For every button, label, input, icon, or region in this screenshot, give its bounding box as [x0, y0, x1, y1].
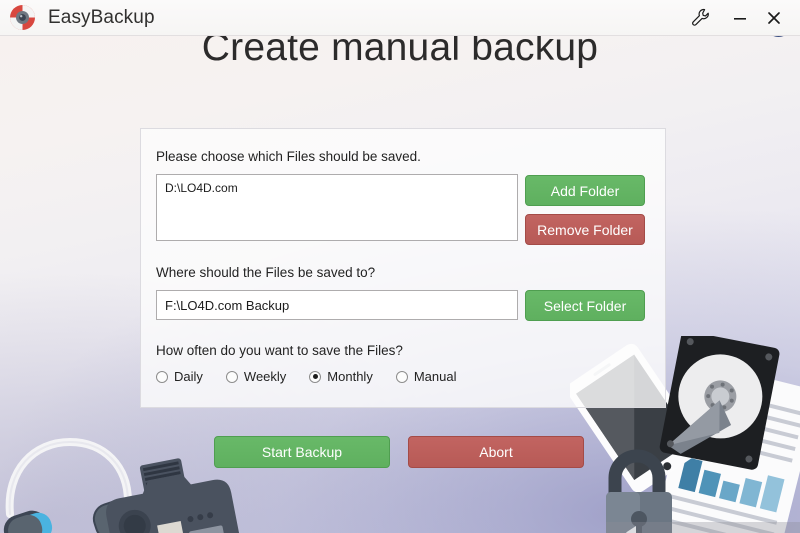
- radio-dot-icon: [395, 370, 408, 383]
- minimize-button[interactable]: [723, 0, 757, 36]
- settings-button[interactable]: [683, 0, 717, 36]
- radio-label: Manual: [413, 369, 457, 384]
- window-controls: [683, 0, 800, 36]
- radio-manual[interactable]: Manual: [395, 369, 457, 384]
- sources-label: Please choose which Files should be save…: [156, 149, 421, 164]
- radio-dot-icon: [156, 370, 168, 383]
- frequency-label: How often do you want to save the Files?: [156, 343, 403, 358]
- radio-weekly[interactable]: Weekly: [225, 369, 287, 384]
- close-button[interactable]: [757, 0, 791, 36]
- destination-input[interactable]: F:\LO4D.com Backup: [156, 290, 518, 320]
- easybackup-window: LO4D .com EasyBackup: [0, 0, 800, 533]
- start-backup-button[interactable]: Start Backup: [214, 436, 390, 468]
- radio-dot-icon: [225, 370, 238, 383]
- title-bar: EasyBackup: [0, 0, 800, 36]
- radio-label: Monthly: [327, 369, 373, 384]
- remove-folder-button[interactable]: Remove Folder: [525, 214, 645, 245]
- close-icon: [768, 11, 780, 24]
- list-item[interactable]: D:\LO4D.com: [165, 181, 509, 195]
- radio-daily[interactable]: Daily: [156, 369, 203, 384]
- radio-dot-icon: [309, 370, 322, 383]
- radio-label: Weekly: [243, 369, 287, 384]
- backup-settings-panel: Please choose which Files should be save…: [140, 128, 666, 408]
- minimize-icon: [734, 17, 746, 20]
- app-icon: [10, 5, 35, 30]
- radio-monthly[interactable]: Monthly: [309, 369, 373, 384]
- destination-label: Where should the Files be saved to?: [156, 265, 376, 280]
- wrench-icon: [691, 8, 709, 26]
- select-folder-button[interactable]: Select Folder: [525, 290, 645, 321]
- sources-listbox[interactable]: D:\LO4D.com: [156, 174, 518, 241]
- add-folder-button[interactable]: Add Folder: [525, 175, 645, 206]
- abort-button[interactable]: Abort: [408, 436, 584, 468]
- radio-label: Daily: [174, 369, 203, 384]
- app-title: EasyBackup: [48, 6, 155, 28]
- frequency-radio-group: Daily Weekly Monthly Manual: [156, 369, 479, 384]
